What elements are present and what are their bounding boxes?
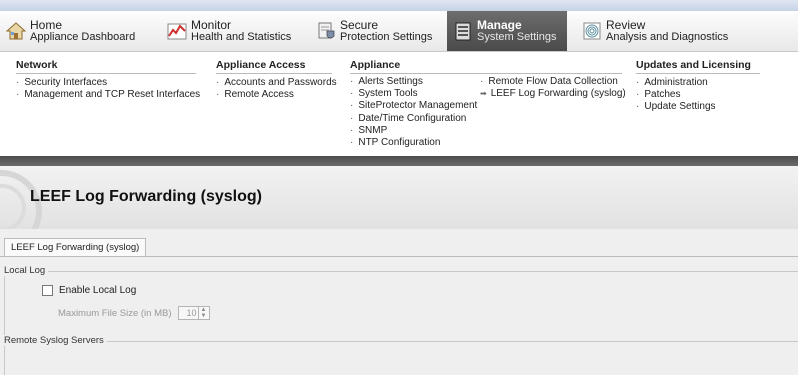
page-header: LEEF Log Forwarding (syslog) xyxy=(0,166,798,229)
top-strip xyxy=(0,0,798,11)
remote-syslog-border xyxy=(4,341,5,375)
menu-item-siteprotector[interactable]: SiteProtector Management xyxy=(350,100,477,112)
remote-syslog-group: Remote Syslog Servers xyxy=(4,335,798,375)
menu-heading-appliance-access: Appliance Access xyxy=(216,59,332,74)
max-file-size-row: Maximum File Size (in MB) 10 ▲ ▼ xyxy=(58,306,210,320)
page-title: LEEF Log Forwarding (syslog) xyxy=(30,188,262,205)
max-file-size-label: Maximum File Size (in MB) xyxy=(58,307,172,319)
menu-item-accounts-passwords[interactable]: Accounts and Passwords xyxy=(216,77,336,89)
nav-monitor[interactable]: Monitor Health and Statistics xyxy=(161,11,309,51)
home-icon xyxy=(6,22,26,40)
menu-heading-network: Network xyxy=(16,59,196,74)
nav-secure-title: Secure xyxy=(340,18,379,32)
stepper-arrows-icon[interactable]: ▲ ▼ xyxy=(197,307,209,319)
menu-col-updates: Updates and Licensing Administration Pat… xyxy=(636,59,760,114)
nav-home-subtitle: Appliance Dashboard xyxy=(30,31,136,43)
menu-heading-appliance: Appliance xyxy=(350,59,622,74)
shield-icon xyxy=(318,22,335,39)
menu-item-alerts-settings[interactable]: Alerts Settings xyxy=(350,76,477,88)
remote-syslog-rule xyxy=(4,341,798,342)
menu-item-leef-forwarding[interactable]: LEEF Log Forwarding (syslog) xyxy=(480,88,626,100)
local-log-border xyxy=(4,271,5,335)
settings-icon xyxy=(455,22,471,41)
local-log-legend: Local Log xyxy=(4,265,49,276)
content-area: LEEF Log Forwarding (syslog) Local Log E… xyxy=(0,229,798,375)
max-file-size-stepper[interactable]: 10 ▲ ▼ xyxy=(177,306,210,320)
menu-item-remote-flow[interactable]: Remote Flow Data Collection xyxy=(480,76,626,88)
nav-review[interactable]: Review Analysis and Diagnostics xyxy=(576,11,798,51)
nav-review-subtitle: Analysis and Diagnostics xyxy=(606,31,729,43)
menu-item-management-interfaces[interactable]: Management and TCP Reset Interfaces xyxy=(16,89,200,101)
nav-home-title: Home xyxy=(30,18,63,32)
nav-review-title: Review xyxy=(606,18,646,32)
nav-secure-subtitle: Protection Settings xyxy=(340,31,433,43)
max-file-size-value: 10 xyxy=(186,308,197,318)
tab-divider xyxy=(0,256,798,257)
enable-local-log-row: Enable Local Log xyxy=(42,285,136,296)
nav-manage-title: Manage xyxy=(477,18,522,32)
menu-divider-band xyxy=(0,156,798,166)
menu-item-patches[interactable]: Patches xyxy=(636,89,760,101)
nav-monitor-title: Monitor xyxy=(191,18,232,32)
menu-item-remote-access[interactable]: Remote Access xyxy=(216,89,332,101)
menu-item-administration[interactable]: Administration xyxy=(636,77,760,89)
manage-menu: Network Security Interfaces Management a… xyxy=(0,52,798,156)
menu-col-appliance: Appliance Alerts Settings System Tools S… xyxy=(350,59,626,148)
tab-leef-forwarding[interactable]: LEEF Log Forwarding (syslog) xyxy=(4,238,147,257)
menu-item-system-tools[interactable]: System Tools xyxy=(350,88,477,100)
nav-secure[interactable]: Secure Protection Settings xyxy=(310,11,446,51)
menu-item-ntp[interactable]: NTP Configuration xyxy=(350,137,477,149)
menu-heading-updates: Updates and Licensing xyxy=(636,59,760,74)
chart-icon xyxy=(167,23,187,40)
fingerprint-icon xyxy=(583,22,601,40)
menu-item-security-interfaces[interactable]: Security Interfaces xyxy=(16,77,196,89)
nav-monitor-subtitle: Health and Statistics xyxy=(191,31,292,43)
menu-col-network: Network Security Interfaces Management a… xyxy=(16,59,200,101)
nav-manage[interactable]: Manage System Settings xyxy=(447,11,567,51)
menu-col-appliance-access: Appliance Access Accounts and Passwords … xyxy=(216,59,337,101)
local-log-group: Local Log xyxy=(4,265,798,335)
nav-home[interactable]: Home Appliance Dashboard xyxy=(0,11,180,51)
menu-item-snmp[interactable]: SNMP xyxy=(350,125,477,137)
menu-item-update-settings[interactable]: Update Settings xyxy=(636,101,760,113)
remote-syslog-legend: Remote Syslog Servers xyxy=(4,335,107,346)
enable-local-log-checkbox[interactable] xyxy=(42,285,53,296)
nav-manage-subtitle: System Settings xyxy=(477,31,557,43)
enable-local-log-label[interactable]: Enable Local Log xyxy=(59,285,136,296)
main-nav: Home Appliance Dashboard Monitor Health … xyxy=(0,11,798,52)
local-log-rule xyxy=(4,271,798,272)
menu-item-datetime[interactable]: Date/Time Configuration xyxy=(350,113,477,125)
